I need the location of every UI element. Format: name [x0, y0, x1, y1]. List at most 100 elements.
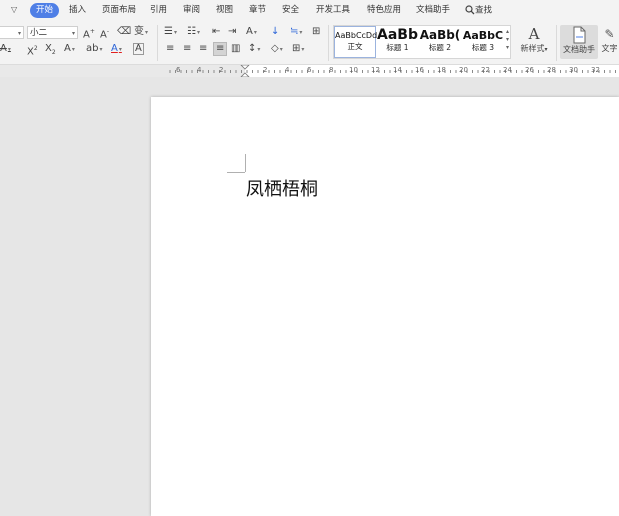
ruler-label: 30 — [569, 66, 578, 74]
tab-doc-assistant[interactable]: 文档助手 — [416, 5, 450, 16]
font-name-combo[interactable]: ▾ — [0, 26, 24, 39]
style-heading-3[interactable]: AaBbC 标题 3 — [462, 26, 504, 58]
ruler-label: 6 — [307, 66, 312, 74]
ruler-label: 28 — [547, 66, 556, 74]
distributed-align-icon[interactable]: ▥ — [231, 43, 240, 55]
style-name: 标题 2 — [428, 43, 452, 52]
style-name: 标题 3 — [471, 43, 495, 52]
ruler-label: 14 — [393, 66, 402, 74]
crop-mark — [227, 172, 245, 173]
document-canvas[interactable]: 凤栖梧桐 — [0, 77, 619, 516]
text-tools-label: 文字 — [601, 44, 618, 53]
ruler-label: 4 — [285, 66, 290, 74]
style-name: 标题 1 — [386, 43, 409, 52]
text-effect-icon[interactable]: A — [64, 43, 75, 56]
ruler-label: 2 — [263, 66, 268, 74]
ruler-label: 32 — [591, 66, 600, 74]
tab-references[interactable]: 引用 — [150, 5, 167, 16]
ruler-label: 10 — [349, 66, 358, 74]
search-button[interactable]: 查找 — [465, 5, 492, 17]
highlight-icon[interactable]: ab — [86, 43, 103, 56]
grow-font-icon[interactable]: A+ — [83, 26, 95, 41]
bullets-icon[interactable]: ☰ — [164, 26, 177, 39]
style-heading-1[interactable]: AaBb 标题 1 — [377, 26, 418, 58]
ruler-label: 6 — [176, 66, 181, 74]
decrease-indent-icon[interactable]: ⇤ — [212, 26, 220, 38]
separator — [157, 25, 158, 61]
tab-special-features[interactable]: 特色应用 — [367, 5, 401, 16]
align-left-icon[interactable]: ≡ — [166, 43, 174, 55]
shading-icon[interactable]: ◇ — [271, 43, 283, 56]
tab-chapter[interactable]: 章节 — [249, 5, 266, 16]
strikethrough-icon[interactable]: A — [0, 43, 11, 56]
ruler-label: 4 — [197, 66, 202, 74]
new-style-button[interactable]: A 新样式▾ — [516, 25, 552, 59]
new-style-icon: A — [528, 25, 540, 43]
style-normal[interactable]: AaBbCcDd 正文 — [334, 26, 378, 58]
tab-home[interactable]: 开始 — [30, 3, 60, 18]
ruler-label: 16 — [415, 66, 424, 74]
chevron-down-icon: ▾ — [17, 30, 21, 37]
style-sample: AaBb — [377, 27, 418, 43]
font-size-value: 小二 — [30, 28, 48, 38]
line-spacing-icon[interactable]: ↕ — [248, 43, 260, 56]
ruler-label: 20 — [459, 66, 468, 74]
shrink-font-icon[interactable]: A- — [100, 26, 109, 41]
tab-view[interactable]: 视图 — [216, 5, 233, 16]
pinyin-guide-icon[interactable]: 变 — [134, 26, 148, 39]
style-name: 正文 — [347, 42, 363, 51]
ruler-label: 12 — [371, 66, 380, 74]
text-tools-icon: ✎ — [604, 27, 615, 41]
show-marks-icon[interactable]: ≒ — [290, 26, 302, 39]
gallery-scroll-control[interactable]: ▴ ▾ ▾ — [506, 28, 509, 52]
chinese-layout-icon[interactable]: A — [246, 26, 257, 39]
document-icon — [573, 26, 586, 44]
crop-mark — [245, 154, 246, 172]
ruler-label: 24 — [503, 66, 512, 74]
justify-icon[interactable]: ≡ — [213, 42, 228, 56]
ruler-label: 22 — [481, 66, 490, 74]
style-sample: AaBbC — [462, 29, 504, 42]
ruler-label: 18 — [437, 66, 446, 74]
menu-bar: ▽ 开始 插入 页面布局 引用 审阅 视图 章节 安全 开发工具 特色应用 文档… — [0, 0, 619, 21]
font-size-combo[interactable]: 小二 ▾ — [27, 26, 78, 39]
style-gallery: AaBbCcDd 正文 AaBb 标题 1 AaBb( 标题 2 AaBbC 标… — [333, 25, 511, 59]
char-border-icon[interactable]: A — [133, 43, 144, 55]
style-sample: AaBbCcDd — [335, 31, 378, 40]
new-style-label: 新样式▾ — [520, 44, 548, 53]
tab-developer[interactable]: 开发工具 — [316, 5, 350, 16]
numbering-icon[interactable]: ☷ — [187, 26, 200, 39]
sort-icon[interactable]: ↓ — [271, 26, 279, 38]
ruler-label: 26 — [525, 66, 534, 74]
table-tools-icon[interactable]: ⊞ — [312, 26, 320, 38]
tab-page-layout[interactable]: 页面布局 — [102, 5, 136, 16]
tab-security[interactable]: 安全 — [282, 5, 299, 16]
document-page[interactable]: 凤栖梧桐 — [151, 97, 619, 516]
document-body-text[interactable]: 凤栖梧桐 — [246, 175, 318, 201]
separator — [556, 25, 557, 61]
subscript-icon[interactable]: X2 — [45, 43, 56, 59]
search-label: 查找 — [475, 5, 493, 16]
style-heading-2[interactable]: AaBb( 标题 2 — [419, 26, 461, 58]
clear-format-icon[interactable]: ⌫ — [117, 26, 131, 38]
borders-icon[interactable]: ⊞ — [292, 43, 304, 56]
doc-assistant-button[interactable]: 文档助手 — [560, 25, 598, 59]
text-tools-button[interactable]: ✎ 文字 — [600, 25, 619, 59]
ruler-label: 2 — [219, 66, 224, 74]
doc-assistant-label: 文档助手 — [563, 45, 595, 54]
separator — [328, 25, 329, 61]
quick-access-arrow-icon[interactable]: ▽ — [11, 5, 17, 14]
ruler-label: 8 — [329, 66, 334, 74]
align-center-icon[interactable]: ≡ — [183, 43, 191, 55]
first-line-indent-marker — [240, 65, 250, 70]
ribbon-toolbar: ▾ 小二 ▾ A+ A- ⌫ 变 A X2 X2 A ab A A ☰ ☷ ⇤ … — [0, 21, 619, 65]
chevron-down-icon: ▾ — [71, 30, 75, 37]
superscript-icon[interactable]: X2 — [27, 43, 38, 58]
horizontal-ruler[interactable]: 6 4 2 2 4 6 8 10 12 14 16 18 20 22 24 26… — [0, 65, 619, 77]
increase-indent-icon[interactable]: ⇥ — [228, 26, 236, 38]
font-color-icon[interactable]: A — [111, 43, 122, 56]
align-right-icon[interactable]: ≡ — [199, 43, 207, 55]
tab-review[interactable]: 审阅 — [183, 5, 200, 16]
style-sample: AaBb( — [419, 28, 461, 42]
tab-insert[interactable]: 插入 — [69, 5, 86, 16]
